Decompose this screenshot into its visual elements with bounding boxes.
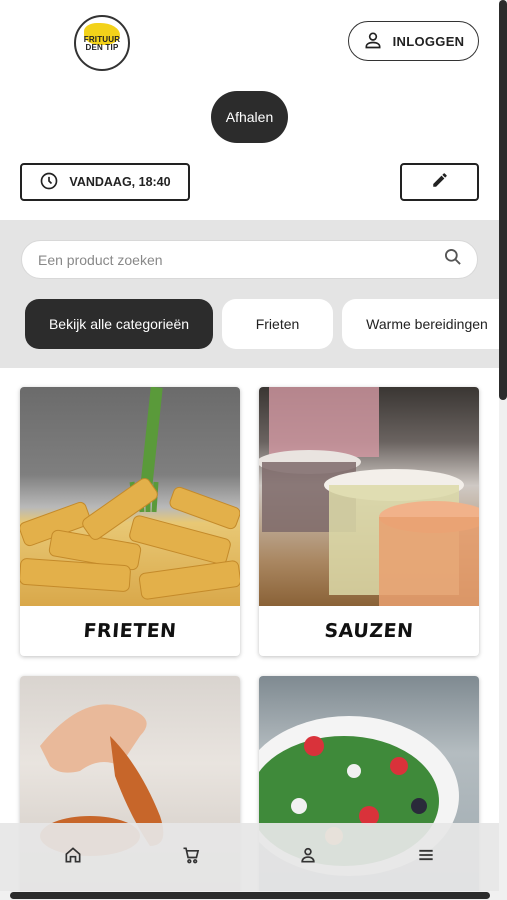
nav-menu[interactable] [406, 837, 446, 877]
chip-label: Bekijk alle categorieën [48, 316, 190, 332]
cart-icon [181, 845, 201, 870]
nav-account[interactable] [288, 837, 328, 877]
product-name: FRIETEN [82, 620, 178, 642]
edit-order-button[interactable] [400, 163, 479, 201]
nav-home[interactable] [53, 837, 93, 877]
horizontal-scrollbar[interactable] [0, 891, 499, 900]
vertical-scroll-thumb[interactable] [499, 0, 507, 400]
product-card-sauzen[interactable]: SAUZEN [259, 387, 479, 656]
login-button[interactable]: INLOGGEN [348, 21, 479, 61]
pickup-time-label: VANDAAG, 18:40 [69, 175, 171, 189]
chip-label: Frieten [255, 316, 300, 332]
login-label: INLOGGEN [392, 33, 465, 49]
product-image-fries [20, 387, 240, 606]
product-card-frieten[interactable]: FRIETEN [20, 387, 240, 656]
category-chips: Bekijk alle categorieën Frieten Warme be… [25, 299, 499, 349]
vertical-scrollbar[interactable] [499, 0, 507, 900]
pencil-icon [431, 171, 449, 194]
user-icon [363, 30, 383, 53]
pickup-time-button[interactable]: VANDAAG, 18:40 [20, 163, 190, 201]
product-name: SAUZEN [323, 620, 415, 642]
clock-icon [39, 171, 59, 194]
product-grid: FRIETEN SAUZEN [0, 368, 499, 900]
search-input[interactable] [38, 251, 443, 268]
product-search[interactable] [21, 240, 478, 279]
chip-label: Warme bereidingen [366, 316, 488, 332]
nav-cart[interactable] [171, 837, 211, 877]
bottom-navigation [0, 823, 499, 891]
product-image-sauces [259, 387, 479, 606]
user-icon [298, 845, 318, 870]
chip-warme-bereidingen[interactable]: Warme bereidingen [342, 299, 499, 349]
brand-logo[interactable]: FRITUUR DEN TIP [74, 15, 130, 71]
menu-icon [416, 845, 436, 870]
horizontal-scroll-thumb[interactable] [10, 892, 490, 899]
logo-text-line2: DEN TIP [85, 43, 119, 52]
pickup-mode-toggle[interactable]: Afhalen [211, 91, 288, 143]
chip-all-categories[interactable]: Bekijk alle categorieën [25, 299, 213, 349]
chip-frieten[interactable]: Frieten [222, 299, 333, 349]
home-icon [63, 845, 83, 870]
pickup-mode-label: Afhalen [225, 109, 274, 125]
search-icon[interactable] [443, 247, 463, 272]
